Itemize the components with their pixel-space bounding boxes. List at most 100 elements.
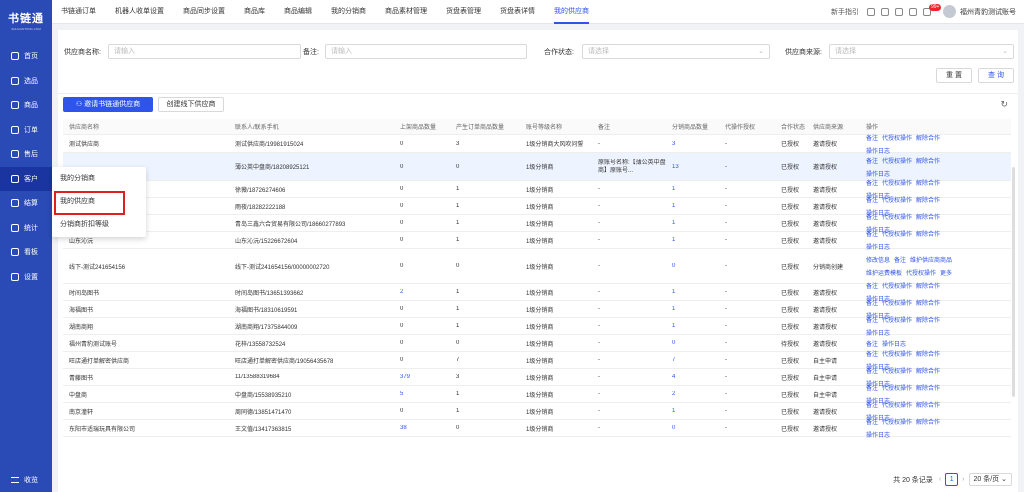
action-link[interactable]: 操作日志 <box>866 328 890 337</box>
action-link[interactable]: 代授权操作 <box>882 178 912 187</box>
sidebar-item-0[interactable]: 首页 <box>0 44 52 69</box>
action-link[interactable]: 备注 <box>866 195 878 204</box>
account-name[interactable]: 福州青豹测试账号 <box>960 7 1016 17</box>
action-link[interactable]: 解除合作 <box>916 349 940 358</box>
remark-input[interactable]: 请输入 <box>325 44 527 59</box>
action-link[interactable]: 代授权操作 <box>882 417 912 426</box>
tab-2[interactable]: 商品同步设置 <box>174 0 235 24</box>
table-scrollbar[interactable] <box>1012 167 1015 397</box>
sidebar-item-8[interactable]: 看板 <box>0 240 52 265</box>
table-row[interactable]: 湖南商翔 湖南商翔/17375844009 0 1 1级分销商 - 1 - 已授权 邀请授权 备注代… <box>63 315 1011 337</box>
action-link[interactable]: 备注 <box>866 400 878 409</box>
sidebar-item-4[interactable]: 售后 <box>0 142 52 167</box>
sidebar-item-3[interactable]: 订单 <box>0 118 52 143</box>
action-link[interactable]: 解除合作 <box>916 383 940 392</box>
submenu-item-0[interactable]: 我的分销商 <box>52 167 146 190</box>
action-link[interactable]: 备注 <box>866 133 878 142</box>
action-link[interactable]: 解除合作 <box>916 229 940 238</box>
sidebar-item-6[interactable]: 结算 <box>0 191 52 216</box>
action-link[interactable]: 备注 <box>866 178 878 187</box>
action-link[interactable]: 代授权操作 <box>882 366 912 375</box>
action-link[interactable]: 代授权操作 <box>882 229 912 238</box>
action-link[interactable]: 备注 <box>866 349 878 358</box>
action-link[interactable]: 备注 <box>866 298 878 307</box>
sidebar-item-7[interactable]: 统计 <box>0 216 52 241</box>
action-link[interactable]: 备注 <box>866 339 878 348</box>
next-page-icon[interactable]: › <box>962 476 964 483</box>
action-link[interactable]: 代授权操作 <box>882 383 912 392</box>
table-row[interactable]: 东阳市适瑞玩具有限公司 王文值/13417363815 38 0 1级分销商 - 0 - 已授权… <box>63 417 1011 439</box>
refresh-icon[interactable]: ↻ <box>1000 99 1008 110</box>
action-link[interactable]: 解除合作 <box>916 400 940 409</box>
table-row[interactable]: 山东沁沅 山东沁沅/15226672604 0 1 1级分销商 -1- 已授权 邀请授权 备注代… <box>63 229 1011 251</box>
action-link[interactable]: 备注 <box>894 255 906 264</box>
action-link[interactable]: 代授权操作 <box>882 349 912 358</box>
action-link[interactable]: 操作日志 <box>866 430 890 439</box>
supplier-name-input[interactable]: 请输入 <box>108 44 301 59</box>
source-select[interactable]: 请选择 ⌄ <box>829 44 1014 59</box>
action-link[interactable]: 操作日志 <box>866 169 890 178</box>
action-link[interactable]: 代授权操作 <box>882 156 912 165</box>
table-row[interactable]: 薄公英中盘商/18208925121 0 0 1级分销商 原账号名称:【薄公英中盘商】原… <box>63 153 1011 181</box>
tab-5[interactable]: 我的分销商 <box>322 0 376 24</box>
action-link[interactable]: 维护供应商商品 <box>910 255 952 264</box>
sidebar-item-2[interactable]: 商品 <box>0 93 52 118</box>
bell-icon[interactable]: 99+ <box>923 3 942 16</box>
tab-6[interactable]: 商品素材管理 <box>376 0 437 24</box>
action-link[interactable]: 解除合作 <box>916 298 940 307</box>
phone-icon[interactable] <box>909 7 917 16</box>
action-link[interactable]: 操作日志 <box>866 242 890 251</box>
create-offline-supplier-button[interactable]: 创建线下供应商 <box>158 97 224 112</box>
action-link[interactable]: 解除合作 <box>916 417 940 426</box>
action-link[interactable]: 解除合作 <box>916 195 940 204</box>
action-link[interactable]: 备注 <box>866 315 878 324</box>
action-link[interactable]: 更多 <box>940 268 952 277</box>
tab-9[interactable]: 我的供应商 <box>545 0 599 24</box>
action-link[interactable]: 解除合作 <box>916 281 940 290</box>
action-link[interactable]: 解除合作 <box>916 156 940 165</box>
action-link[interactable]: 代授权操作 <box>882 212 912 221</box>
table-row[interactable]: 测试供应商 测试供应商/19981915024 0 3 1级分销商大风吹问誓 - 3 - 已授权… <box>63 133 1011 155</box>
action-link[interactable]: 备注 <box>866 156 878 165</box>
submenu-item-2[interactable]: 分销商折扣等级 <box>52 213 146 236</box>
sidebar-collapse[interactable]: 收览 <box>11 475 38 485</box>
action-link[interactable]: 解除合作 <box>916 366 940 375</box>
action-link[interactable]: 操作日志 <box>882 339 906 348</box>
action-link[interactable]: 代授权操作 <box>882 400 912 409</box>
action-link[interactable]: 代授权操作 <box>882 298 912 307</box>
sidebar-item-9[interactable]: 设置 <box>0 265 52 290</box>
query-button[interactable]: 查 询 <box>978 68 1014 83</box>
action-link[interactable]: 备注 <box>866 383 878 392</box>
action-link[interactable]: 备注 <box>866 417 878 426</box>
action-link[interactable]: 解除合作 <box>916 212 940 221</box>
download-icon[interactable] <box>867 7 875 16</box>
sidebar-item-1[interactable]: 选品 <box>0 69 52 94</box>
action-link[interactable]: 代授权操作 <box>882 133 912 142</box>
tab-7[interactable]: 货盘表管理 <box>437 0 491 24</box>
tab-0[interactable]: 书链通订单 <box>52 0 106 24</box>
action-link[interactable]: 代授权操作 <box>882 315 912 324</box>
prev-page-icon[interactable]: ‹ <box>939 476 941 483</box>
tab-8[interactable]: 货盘表详情 <box>491 0 545 24</box>
action-link[interactable]: 代授权操作 <box>906 268 936 277</box>
action-link[interactable]: 解除合作 <box>916 178 940 187</box>
sidebar-item-5[interactable]: 客户 <box>0 166 52 191</box>
action-link[interactable]: 备注 <box>866 366 878 375</box>
invite-supplier-button[interactable]: ⚇ 邀请书链通供应商 <box>63 97 153 112</box>
tab-1[interactable]: 机器人收单设置 <box>106 0 174 24</box>
action-link[interactable]: 备注 <box>866 281 878 290</box>
status-select[interactable]: 请选择 ⌄ <box>582 44 770 59</box>
action-link[interactable]: 操作日志 <box>866 146 890 155</box>
avatar[interactable] <box>943 5 956 18</box>
action-link[interactable]: 维护运费模板 <box>866 268 902 277</box>
action-link[interactable]: 代授权操作 <box>882 195 912 204</box>
tab-4[interactable]: 商品编辑 <box>275 0 322 24</box>
action-link[interactable]: 解除合作 <box>916 315 940 324</box>
action-link[interactable]: 代授权操作 <box>882 281 912 290</box>
action-link[interactable]: 备注 <box>866 212 878 221</box>
tab-3[interactable]: 商品库 <box>235 0 275 24</box>
action-link[interactable]: 解除合作 <box>916 133 940 142</box>
action-link[interactable]: 备注 <box>866 229 878 238</box>
reset-button[interactable]: 重 置 <box>936 68 972 83</box>
action-link[interactable]: 修改信息 <box>866 255 890 264</box>
